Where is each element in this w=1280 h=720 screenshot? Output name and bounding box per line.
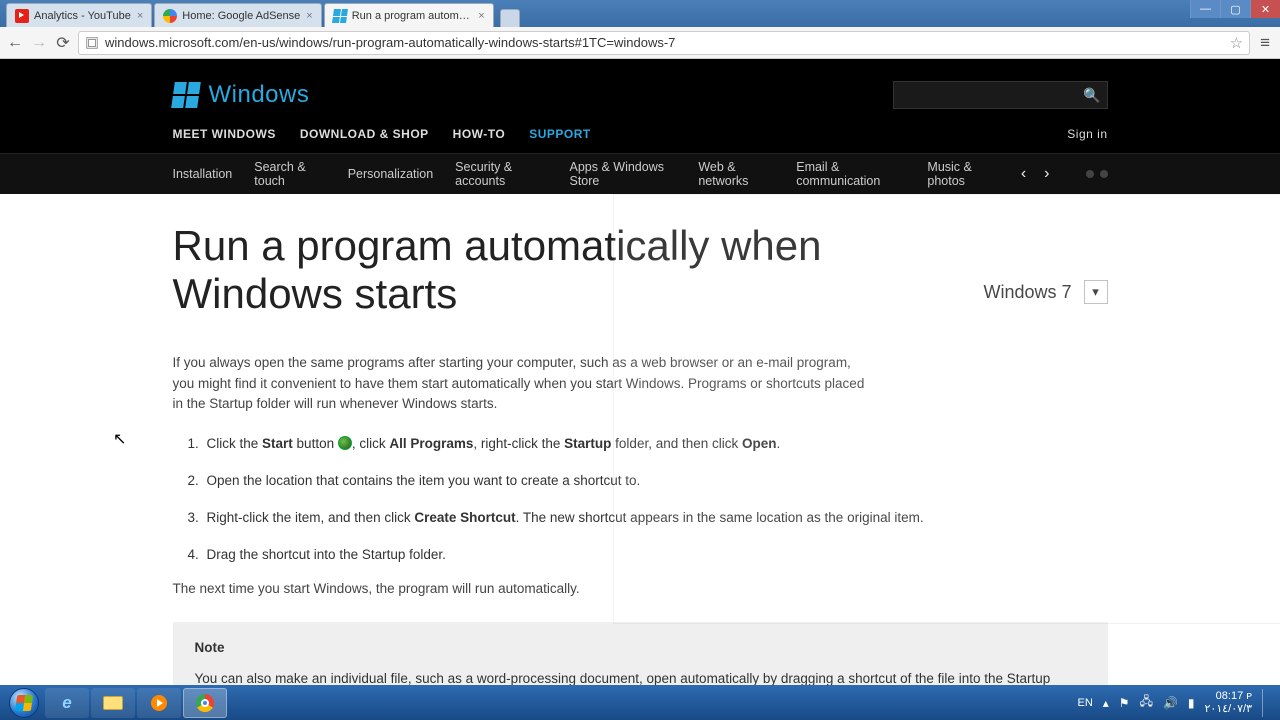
browser-titlebar: Analytics - YouTube × Home: Google AdSen…: [0, 0, 1280, 27]
nav-download-shop[interactable]: DOWNLOAD & SHOP: [300, 127, 429, 141]
browser-toolbar: ← → ⟳ ☆ ≡: [0, 27, 1280, 59]
browser-tab-1[interactable]: Home: Google AdSense ×: [154, 3, 321, 27]
sign-in-link[interactable]: Sign in: [1067, 127, 1107, 141]
clock-date: ٢٠١٤/٠٧/٣: [1205, 703, 1252, 715]
note-box: Note You can also make an individual fil…: [173, 622, 1108, 685]
tray-battery-icon[interactable]: ▮: [1188, 696, 1195, 710]
clock-time: 08:17 ᴘ: [1205, 690, 1252, 702]
internet-explorer-icon: e: [62, 693, 71, 713]
site-search[interactable]: 🔍: [893, 81, 1108, 109]
tray-network-icon[interactable]: 🖧: [1140, 692, 1153, 713]
window-maximize-button[interactable]: ▢: [1220, 0, 1250, 18]
note-body: You can also make an individual file, su…: [195, 669, 1086, 685]
taskbar-ie[interactable]: e: [45, 688, 89, 718]
show-desktop-button[interactable]: [1262, 689, 1270, 717]
step-2: Open the location that contains the item…: [203, 470, 1108, 493]
subnav-music-photos[interactable]: Music & photos: [927, 160, 998, 188]
tab-close-icon[interactable]: ×: [137, 10, 143, 22]
browser-tab-2[interactable]: Run a program automatic ×: [324, 3, 494, 27]
article-intro: If you always open the same programs aft…: [173, 353, 873, 416]
nav-forward-button[interactable]: →: [30, 34, 48, 52]
site-identity-icon: [85, 36, 99, 50]
window-controls: — ▢ ✕: [1190, 0, 1280, 18]
window-close-button[interactable]: ✕: [1250, 0, 1280, 18]
page-viewport: Windows 🔍 MEET WINDOWS DOWNLOAD & SHOP H…: [0, 59, 1280, 685]
page-title: Run a program automatically when Windows…: [173, 222, 933, 319]
nav-back-button[interactable]: ←: [6, 34, 24, 52]
subnav-email-communication[interactable]: Email & communication: [796, 160, 905, 188]
subnav-installation[interactable]: Installation: [173, 167, 233, 181]
nav-meet-windows[interactable]: MEET WINDOWS: [173, 127, 276, 141]
subnav-personalization[interactable]: Personalization: [348, 167, 433, 181]
site-search-input[interactable]: [900, 88, 1084, 102]
subnav-next-icon[interactable]: ›: [1044, 165, 1049, 183]
tab-close-icon[interactable]: ×: [306, 10, 312, 22]
version-selector[interactable]: Windows 7 ▾: [983, 280, 1107, 304]
steps-list: Click the Start button , click All Progr…: [203, 433, 1108, 567]
youtube-icon: [15, 9, 29, 23]
bookmark-star-icon[interactable]: ☆: [1230, 34, 1243, 52]
tray-clock[interactable]: 08:17 ᴘ ٢٠١٤/٠٧/٣: [1205, 690, 1252, 714]
window-minimize-button[interactable]: —: [1190, 0, 1220, 18]
browser-tab-0[interactable]: Analytics - YouTube ×: [6, 3, 152, 27]
secondary-nav: Installation Search & touch Personalizat…: [0, 153, 1280, 194]
windows-logo-icon: [171, 82, 201, 108]
tab-title: Run a program automatic: [352, 10, 473, 22]
note-heading: Note: [195, 638, 1086, 659]
primary-nav: MEET WINDOWS DOWNLOAD & SHOP HOW-TO SUPP…: [173, 119, 1108, 153]
subnav-apps-store[interactable]: Apps & Windows Store: [570, 160, 677, 188]
nav-support[interactable]: SUPPORT: [529, 127, 591, 141]
chevron-down-icon[interactable]: ▾: [1084, 280, 1108, 304]
step-3: Right-click the item, and then click Cre…: [203, 507, 1108, 530]
step-1: Click the Start button , click All Progr…: [203, 433, 1108, 456]
article: Run a program automatically when Windows…: [173, 194, 1108, 685]
site-header: Windows 🔍 MEET WINDOWS DOWNLOAD & SHOP H…: [0, 59, 1280, 194]
taskbar: e EN ▴ ⚑ 🖧 🔊 ▮ 08:17 ᴘ ٢٠١٤/٠٧/٣: [0, 685, 1280, 720]
article-followup: The next time you start Windows, the pro…: [173, 581, 1108, 596]
system-tray: EN ▴ ⚑ 🖧 🔊 ▮ 08:17 ᴘ ٢٠١٤/٠٧/٣: [1077, 689, 1276, 717]
windows-icon: [332, 9, 348, 23]
tray-flag-icon[interactable]: ⚑: [1119, 696, 1130, 710]
start-orb-icon: [9, 688, 39, 718]
tray-volume-icon[interactable]: 🔊: [1163, 696, 1178, 710]
tray-lang[interactable]: EN: [1077, 697, 1092, 709]
url-input[interactable]: [105, 35, 1224, 50]
taskbar-media-player[interactable]: [137, 688, 181, 718]
taskbar-explorer[interactable]: [91, 688, 135, 718]
tab-title: Analytics - YouTube: [34, 10, 131, 22]
chrome-icon: [196, 694, 214, 712]
file-explorer-icon: [103, 696, 123, 710]
start-button[interactable]: [4, 685, 44, 720]
site-brand[interactable]: Windows: [173, 81, 310, 109]
subnav-prev-icon[interactable]: ‹: [1021, 165, 1026, 183]
mouse-cursor-icon: ↖: [113, 429, 126, 449]
version-label: Windows 7: [983, 282, 1071, 303]
start-orb-icon: [338, 436, 352, 450]
taskbar-chrome[interactable]: [183, 688, 227, 718]
step-4: Drag the shortcut into the Startup folde…: [203, 544, 1108, 567]
nav-how-to[interactable]: HOW-TO: [453, 127, 506, 141]
tab-close-icon[interactable]: ×: [478, 10, 484, 22]
subnav-search-touch[interactable]: Search & touch: [254, 160, 325, 188]
new-tab-button[interactable]: [500, 9, 520, 27]
nav-reload-button[interactable]: ⟳: [54, 34, 72, 52]
brand-text: Windows: [209, 81, 310, 109]
media-player-icon: [151, 695, 167, 711]
subnav-pagination-dots: [1086, 170, 1108, 178]
google-icon: [163, 9, 177, 23]
tray-show-hidden-icon[interactable]: ▴: [1103, 696, 1109, 710]
subnav-security-accounts[interactable]: Security & accounts: [455, 160, 547, 188]
tab-title: Home: Google AdSense: [182, 10, 300, 22]
search-icon[interactable]: 🔍: [1083, 87, 1100, 104]
address-bar[interactable]: ☆: [78, 31, 1250, 55]
chrome-menu-button[interactable]: ≡: [1256, 33, 1274, 53]
subnav-web-networks[interactable]: Web & networks: [698, 160, 774, 188]
